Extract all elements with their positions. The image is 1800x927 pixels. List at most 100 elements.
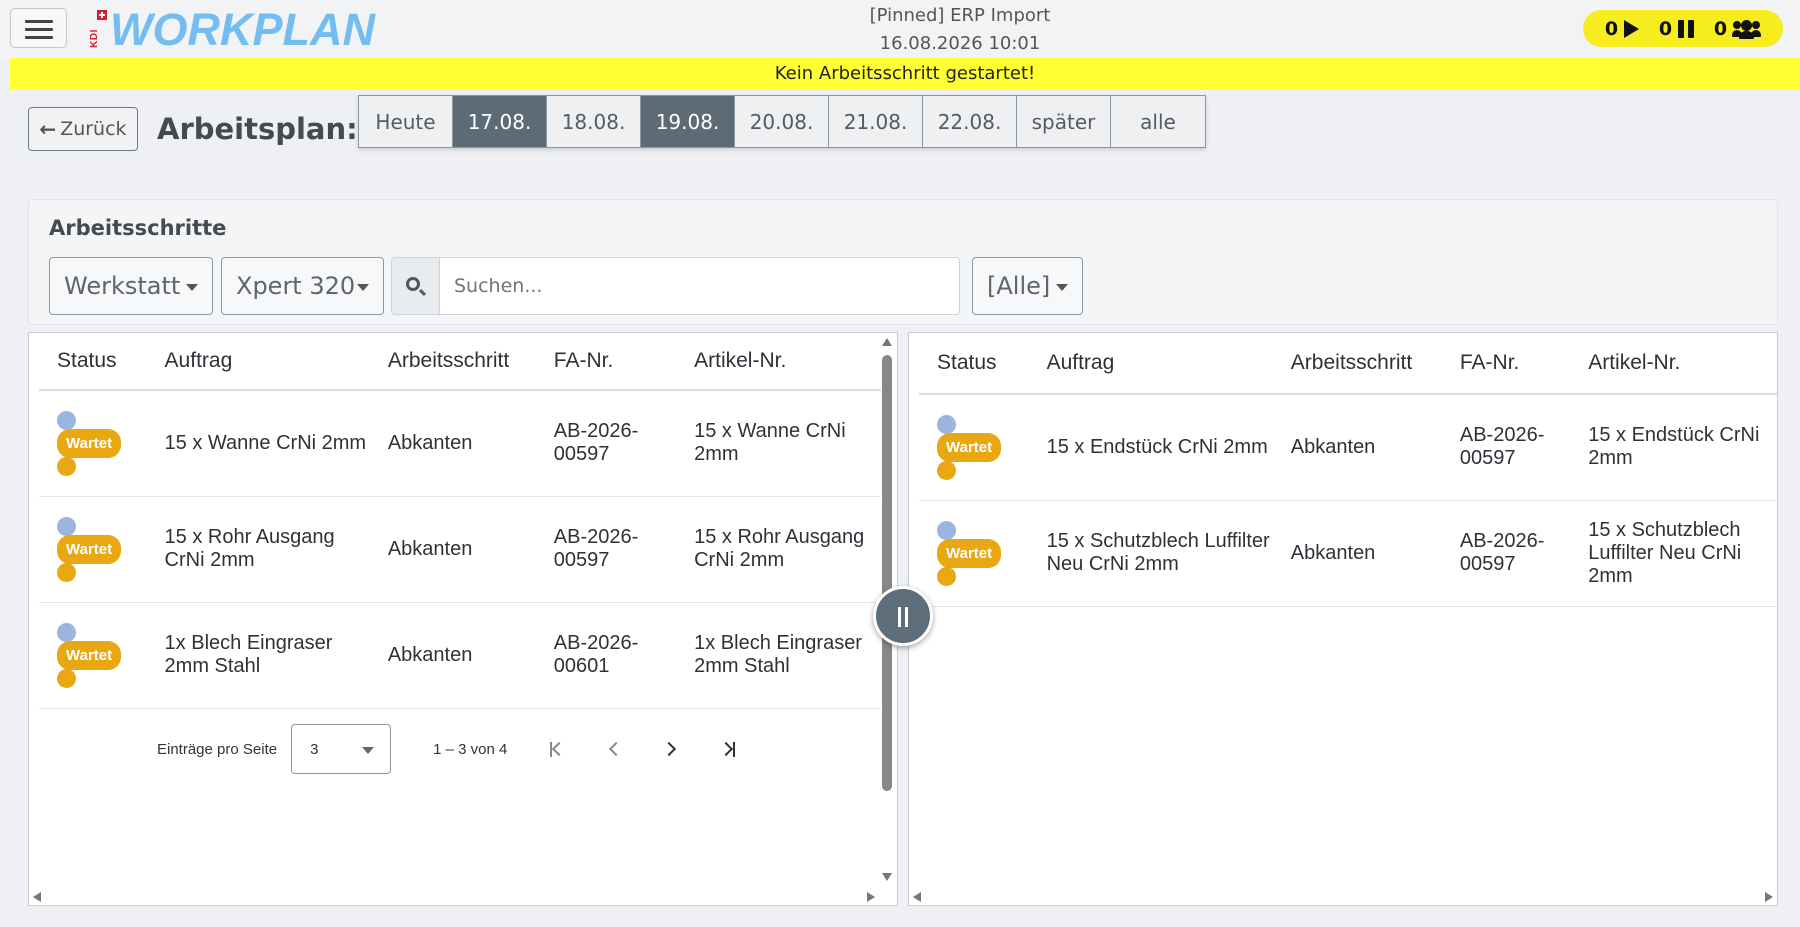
location-select[interactable]: Werkstatt — [49, 257, 213, 315]
paginator: Einträge pro Seite 3 1 – 3 von 4 — [39, 709, 881, 789]
scroll-left-icon[interactable] — [913, 892, 921, 902]
status-dot — [937, 460, 956, 480]
table-row[interactable]: Wartet 1x Blech Eingraser 2mm Stahl Abkant… — [39, 602, 881, 709]
scroll-thumb[interactable] — [882, 355, 892, 791]
column-header[interactable]: FA-Nr. — [535, 333, 677, 391]
previous-page-button[interactable] — [604, 739, 624, 759]
cell-auftrag: 1x Blech Eingraser 2mm Stahl — [146, 602, 370, 709]
activity-counters: 0 0 0 — [1583, 10, 1783, 47]
column-header[interactable]: Status — [39, 333, 147, 391]
scroll-down-icon[interactable] — [882, 873, 892, 881]
cell-arbeitsschritt: Abkanten — [369, 496, 536, 603]
date-tab-group: Heute 17.08. 18.08. 19.08. 20.08. 21.08. 22.08… — [358, 95, 1206, 148]
date-tab[interactable]: alle — [1111, 96, 1205, 147]
status-cell: Wartet — [919, 394, 1029, 501]
cell-arbeitsschritt: Abkanten — [1272, 500, 1442, 607]
cell-fa-nr: AB-2026-00597 — [1441, 500, 1571, 607]
page-size-select[interactable]: 3 — [291, 724, 392, 774]
date-tab[interactable]: 21.08. — [829, 96, 923, 147]
horizontal-scrollbar[interactable] — [909, 889, 1777, 905]
date-tab[interactable]: 22.08. — [923, 96, 1017, 147]
cell-artikel-nr: 1x Blech Eingraser 2mm Stahl — [676, 602, 881, 709]
status-cell: Wartet — [39, 496, 147, 603]
table-row[interactable]: Wartet 15 x Rohr Ausgang CrNi 2mm Abkanten… — [39, 496, 881, 603]
panel-splitter-handle[interactable] — [873, 586, 933, 646]
status-banner: Kein Arbeitsschritt gestartet! — [10, 58, 1800, 90]
cell-artikel-nr: 15 x Wanne CrNi 2mm — [676, 390, 881, 497]
date-tab[interactable]: 18.08. — [547, 96, 641, 147]
pause-icon — [1678, 19, 1695, 38]
column-header[interactable]: Artikel-Nr. — [676, 333, 881, 391]
cell-arbeitsschritt: Abkanten — [1272, 394, 1442, 501]
status-badge: Wartet — [57, 640, 122, 670]
left-task-table: Status Auftrag Arbeitsschritt FA-Nr. Artikel… — [39, 333, 881, 709]
date-tab[interactable]: 20.08. — [735, 96, 829, 147]
date-tab[interactable]: später — [1017, 96, 1111, 147]
cell-arbeitsschritt: Abkanten — [369, 602, 536, 709]
scroll-up-icon[interactable] — [882, 338, 892, 346]
status-dot — [57, 622, 76, 642]
caret-down-icon — [186, 284, 198, 291]
status-badge: Wartet — [57, 534, 122, 564]
caret-down-icon — [1056, 284, 1068, 291]
cell-artikel-nr: 15 x Schutzblech Luffilter Neu CrNi 2mm — [1570, 500, 1777, 607]
status-cell: Wartet — [39, 390, 147, 497]
kdi-logo: KDI — [89, 10, 108, 48]
table-row[interactable]: Wartet 15 x Schutzblech Luffilter Neu CrN… — [919, 500, 1777, 607]
cell-auftrag: 15 x Wanne CrNi 2mm — [146, 390, 370, 497]
right-task-table: Status Auftrag Arbeitsschritt FA-Nr. Artikel… — [919, 333, 1777, 607]
cell-auftrag: 15 x Schutzblech Luffilter Neu CrNi 2mm — [1028, 500, 1273, 607]
column-header[interactable]: Status — [919, 333, 1029, 395]
hamburger-menu-button[interactable] — [10, 8, 67, 48]
column-header[interactable]: Auftrag — [1028, 333, 1273, 395]
users-icon — [1732, 19, 1762, 39]
play-icon — [1624, 19, 1640, 38]
page-title: Arbeitsplan: — [157, 112, 358, 146]
machine-select[interactable]: Xpert 320 — [221, 257, 384, 315]
page-size-label: Einträge pro Seite — [157, 740, 278, 758]
status-dot — [57, 516, 76, 536]
status-badge: Wartet — [57, 428, 122, 458]
paused-counter: 0 — [1659, 18, 1695, 40]
date-tab[interactable]: 19.08. — [641, 96, 735, 147]
status-dot — [57, 668, 76, 688]
caret-down-icon — [362, 747, 375, 754]
scroll-right-icon[interactable] — [1765, 892, 1773, 902]
status-filter-select[interactable]: [Alle] — [972, 257, 1083, 315]
right-task-panel: Status Auftrag Arbeitsschritt FA-Nr. Artikel… — [908, 332, 1778, 906]
status-dot — [937, 520, 956, 540]
status-cell: Wartet — [39, 602, 147, 709]
left-task-panel: Status Auftrag Arbeitsschritt FA-Nr. Artikel… — [28, 332, 898, 906]
column-header[interactable]: Auftrag — [146, 333, 370, 391]
filter-card: Arbeitsschritte Werkstatt Xpert 320 [All… — [28, 199, 1778, 325]
first-page-button[interactable] — [547, 739, 567, 759]
column-header[interactable]: FA-Nr. — [1441, 333, 1571, 395]
column-header[interactable]: Arbeitsschritt — [1272, 333, 1442, 395]
header-info: [Pinned] ERP Import 16.08.2026 10:01 — [720, 2, 1200, 58]
cell-fa-nr: AB-2026-00597 — [1441, 394, 1571, 501]
status-cell: Wartet — [919, 500, 1029, 607]
users-counter: 0 — [1714, 18, 1762, 40]
logo-wordmark: WORKPLAN — [110, 4, 375, 55]
column-header[interactable]: Artikel-Nr. — [1570, 333, 1777, 395]
search-addon — [391, 257, 439, 315]
status-badge: Wartet — [937, 538, 1002, 568]
table-row[interactable]: Wartet 15 x Wanne CrNi 2mm Abkanten AB-2026… — [39, 390, 881, 497]
section-title: Arbeitsschritte — [49, 216, 227, 240]
table-row[interactable]: Wartet 15 x Endstück CrNi 2mm Abkanten AB-2… — [919, 394, 1777, 501]
caret-down-icon — [357, 284, 369, 291]
running-counter: 0 — [1605, 18, 1640, 40]
cell-arbeitsschritt: Abkanten — [369, 390, 536, 497]
search-input[interactable] — [439, 257, 960, 315]
scroll-left-icon[interactable] — [33, 892, 41, 902]
date-tab[interactable]: 17.08. — [453, 96, 547, 147]
date-tab[interactable]: Heute — [359, 96, 453, 147]
horizontal-scrollbar[interactable] — [29, 889, 897, 905]
header-datetime: 16.08.2026 10:01 — [879, 33, 1041, 54]
search-icon — [406, 277, 420, 291]
next-page-button[interactable] — [661, 739, 681, 759]
back-button[interactable]: ← Zurück — [28, 107, 138, 151]
column-header[interactable]: Arbeitsschritt — [369, 333, 536, 391]
scroll-right-icon[interactable] — [867, 892, 875, 902]
last-page-button[interactable] — [718, 739, 738, 759]
